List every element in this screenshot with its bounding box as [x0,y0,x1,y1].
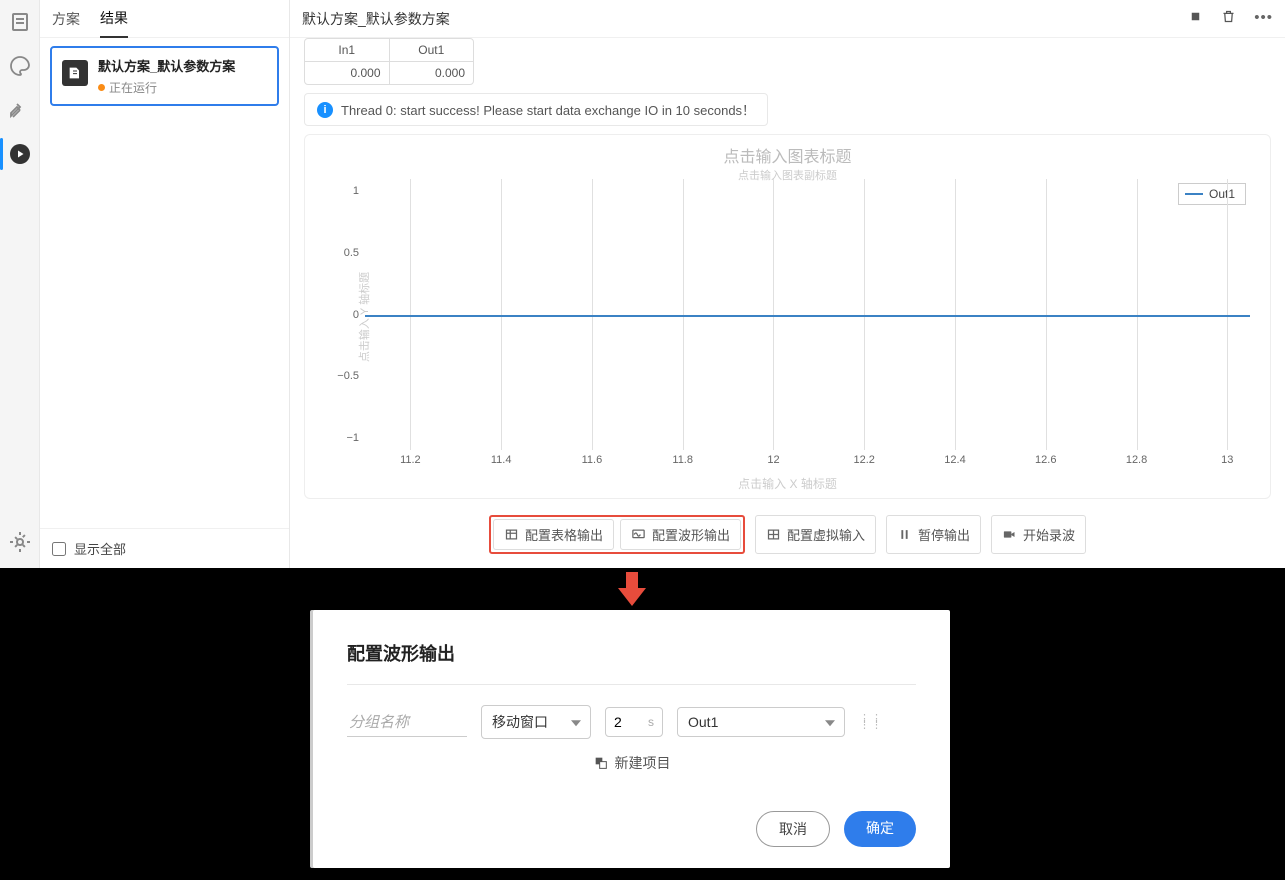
group-name-input[interactable]: 分组名称 [347,707,467,737]
duration-input[interactable]: 2s [605,707,663,737]
pause-output-button[interactable]: 暂停输出 [886,515,981,554]
show-all-checkbox[interactable] [52,542,66,556]
info-icon: i [317,102,333,118]
config-wave-dialog: 配置波形输出 分组名称 移动窗口 2s Out1 ⋮⋮⋮⋮ 新建项目 取消 确定 [313,610,950,868]
cancel-button[interactable]: 取消 [756,811,830,847]
annotation-area: 配置波形输出 分组名称 移动窗口 2s Out1 ⋮⋮⋮⋮ 新建项目 取消 确定 [0,568,1285,880]
stop-icon[interactable] [1188,9,1203,28]
dialog-title: 配置波形输出 [347,640,916,666]
more-icon[interactable]: ••• [1254,9,1273,28]
header: 默认方案_默认参数方案 ••• [290,0,1285,38]
chart-title[interactable]: 点击输入图表标题 [305,135,1270,167]
side-panel: 方案 结果 默认方案_默认参数方案 正在运行 显示全部 [40,0,290,568]
x-axis-label[interactable]: 点击输入 X 轴标题 [738,475,837,492]
show-all-label: 显示全部 [74,539,126,558]
channel-select[interactable]: Out1 [677,707,845,737]
case-status: 正在运行 [98,79,235,96]
drag-handle-icon[interactable]: ⋮⋮⋮⋮ [859,716,883,728]
config-virtual-input-button[interactable]: 配置虚拟输入 [755,515,876,554]
td-out1: 0.000 [390,62,474,84]
th-in1: In1 [305,39,390,61]
left-rail [0,0,40,568]
new-item-button[interactable]: 新建项目 [347,753,916,773]
case-title: 默认方案_默认参数方案 [98,56,235,75]
case-icon [62,60,88,86]
page-title: 默认方案_默认参数方案 [302,9,450,29]
tools-icon[interactable] [8,98,32,122]
arrow-down-icon [618,572,646,608]
output-toolbar: 配置表格输出 配置波形输出 配置虚拟输入 暂停输出 开始录波 [304,507,1271,560]
window-mode-select[interactable]: 移动窗口 [481,705,591,739]
alert-message: i Thread 0: start success! Please start … [304,93,768,126]
palette-icon[interactable] [8,54,32,78]
plot-area: 11.211.411.611.81212.212.412.612.813−1−0… [365,179,1250,450]
highlighted-buttons: 配置表格输出 配置波形输出 [489,515,745,554]
main-area: 默认方案_默认参数方案 ••• In1Out1 0.0000.000 i Thr… [290,0,1285,568]
show-all-row: 显示全部 [40,528,289,568]
td-in1: 0.000 [305,62,390,84]
tab-result[interactable]: 结果 [100,0,128,38]
play-icon[interactable] [8,142,32,166]
chart-container[interactable]: 点击输入图表标题 点击输入图表副标题 Out1 点击输入 Y 轴标题 点击输入 … [304,134,1271,499]
ok-button[interactable]: 确定 [844,811,916,847]
config-table-output-button[interactable]: 配置表格输出 [493,519,614,550]
document-icon[interactable] [8,10,32,34]
start-record-button[interactable]: 开始录波 [991,515,1086,554]
th-out1: Out1 [390,39,474,61]
case-card[interactable]: 默认方案_默认参数方案 正在运行 [50,46,279,106]
config-wave-output-button[interactable]: 配置波形输出 [620,519,741,550]
settings-icon[interactable] [8,530,32,554]
delete-icon[interactable] [1221,9,1236,28]
io-table: In1Out1 0.0000.000 [304,38,474,85]
tab-plan[interactable]: 方案 [52,0,80,38]
